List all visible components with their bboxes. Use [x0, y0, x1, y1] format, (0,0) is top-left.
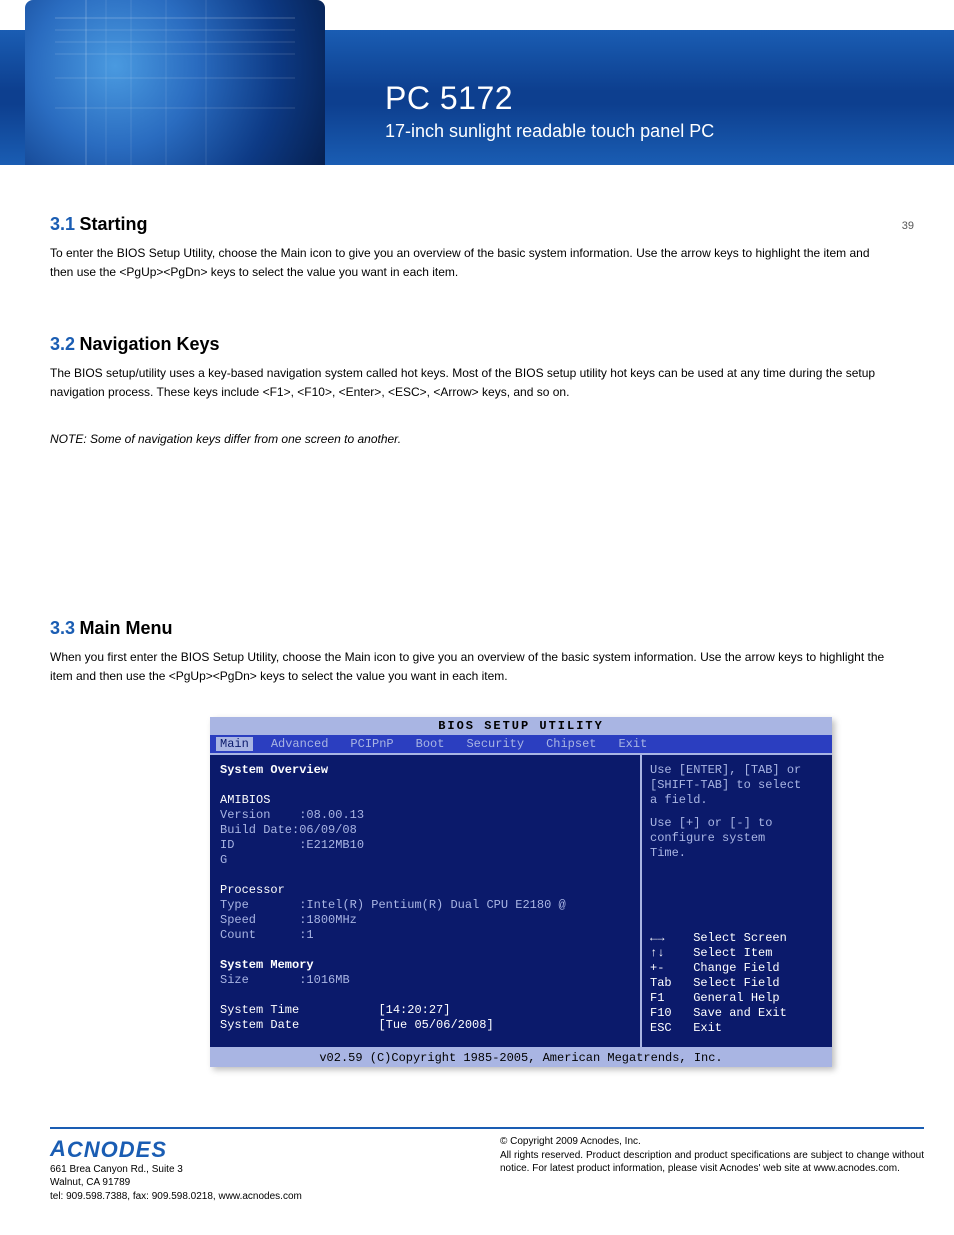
section-32-note: NOTE: Some of navigation keys differ fro…	[50, 432, 894, 446]
bios-builddate-row: Build Date:06/09/08	[220, 823, 630, 838]
bios-right-panel: Use [ENTER], [TAB] or [SHIFT-TAB] to sel…	[642, 755, 832, 1047]
product-model: PC 5172	[385, 80, 714, 117]
bios-builddate-label: Build Date	[220, 823, 292, 837]
bios-system-date-label: System Date	[220, 1018, 299, 1032]
product-subtitle: 17-inch sunlight readable touch panel PC	[385, 121, 714, 142]
section-33-title: Main Menu	[79, 618, 172, 638]
bios-menu-advanced[interactable]: Advanced	[267, 737, 333, 751]
header-title-block: PC 5172 17-inch sunlight readable touch …	[385, 80, 714, 142]
bios-cpu-speed-value: :1800MHz	[299, 913, 357, 927]
bios-cpu-type-row: Type :Intel(R) Pentium(R) Dual CPU E2180…	[220, 898, 630, 913]
bios-left-panel: System Overview AMIBIOS Version :08.00.1…	[210, 755, 642, 1047]
bios-key-save-exit: F10 Save and Exit	[650, 1006, 824, 1021]
bios-key-change-field: +- Change Field	[650, 961, 824, 976]
bios-mem-size-row: Size :1016MB	[220, 973, 630, 988]
bios-menu-security[interactable]: Security	[462, 737, 528, 751]
footer-rule	[50, 1127, 924, 1129]
bios-help-line2: [SHIFT-TAB] to select	[650, 778, 824, 793]
footer-left: AACNODESCNODES 661 Brea Canyon Rd., Suit…	[50, 1135, 500, 1203]
header-motherboard-image	[25, 0, 325, 165]
bios-cpu-type-label: Type	[220, 898, 249, 912]
bios-help-line1: Use [ENTER], [TAB] or	[650, 763, 824, 778]
bios-nav-keys: ←→ Select Screen ↑↓ Select Item +- Chang…	[650, 931, 824, 1036]
bios-processor-label: Processor	[220, 883, 630, 898]
footer-addr2: Walnut, CA 91789	[50, 1176, 500, 1190]
section-32-title: Navigation Keys	[79, 334, 219, 354]
bios-system-time-row[interactable]: System Time [14:20:27]	[220, 1003, 630, 1018]
bios-body: System Overview AMIBIOS Version :08.00.1…	[210, 753, 832, 1049]
bios-cpu-count-label: Count	[220, 928, 256, 942]
bios-help-line3: a field.	[650, 793, 824, 808]
bios-help-line5: configure system	[650, 831, 824, 846]
bios-system-date-row[interactable]: System Date [Tue 05/06/2008]	[220, 1018, 630, 1033]
bios-amibios-label: AMIBIOS	[220, 793, 630, 808]
bios-cpu-speed-label: Speed	[220, 913, 256, 927]
bios-menu-main[interactable]: Main	[216, 737, 253, 751]
section-33-heading: 3.3 Main Menu	[50, 618, 172, 639]
section-32-body: The BIOS setup/utility uses a key-based …	[50, 364, 894, 401]
page-footer: AACNODESCNODES 661 Brea Canyon Rd., Suit…	[50, 1127, 924, 1203]
bios-system-time-label: System Time	[220, 1003, 299, 1017]
footer-right: © Copyright 2009 Acnodes, Inc. All right…	[500, 1135, 924, 1203]
bios-menu-pcipnp[interactable]: PCIPnP	[346, 737, 397, 751]
bios-id-value: :E212MB10	[299, 838, 364, 852]
bios-menu-chipset[interactable]: Chipset	[542, 737, 600, 751]
bios-id-label: ID	[220, 838, 234, 852]
bios-mem-size-label: Size	[220, 973, 249, 987]
bios-version-row: Version :08.00.13	[220, 808, 630, 823]
bios-memory-label: System Memory	[220, 958, 630, 973]
bios-help-line6: Time.	[650, 846, 824, 861]
bios-menu-boot[interactable]: Boot	[412, 737, 449, 751]
bios-cpu-count-row: Count :1	[220, 928, 630, 943]
bios-menu-exit[interactable]: Exit	[614, 737, 651, 751]
page-number: 39	[902, 220, 914, 232]
bios-footer: v02.59 (C)Copyright 1985-2005, American …	[210, 1049, 832, 1067]
bios-cpu-type-value: :Intel(R) Pentium(R) Dual CPU E2180 @	[299, 898, 565, 912]
bios-screenshot: BIOS SETUP UTILITY Main Advanced PCIPnP …	[210, 717, 832, 1067]
bios-g-row: G	[220, 853, 630, 868]
bios-key-general-help: F1 General Help	[650, 991, 824, 1006]
bios-key-select-field: Tab Select Field	[650, 976, 824, 991]
footer-copyright: © Copyright 2009 Acnodes, Inc.	[500, 1135, 924, 1149]
footer-addr1: 661 Brea Canyon Rd., Suite 3	[50, 1163, 500, 1177]
bios-system-date-value[interactable]: [Tue 05/06/2008]	[378, 1018, 493, 1032]
section-31-heading: 3.1 Starting	[50, 214, 148, 235]
section-32-number: 3.2	[50, 334, 75, 354]
bios-cpu-speed-row: Speed :1800MHz	[220, 913, 630, 928]
bios-mem-size-value: :1016MB	[299, 973, 349, 987]
bios-menu-bar: Main Advanced PCIPnP Boot Security Chips…	[210, 735, 832, 753]
footer-disclaimer: All rights reserved. Product description…	[500, 1149, 924, 1176]
bios-help-line4: Use [+] or [-] to	[650, 816, 824, 831]
bios-system-overview: System Overview	[220, 763, 630, 778]
section-33-body: When you first enter the BIOS Setup Util…	[50, 648, 894, 685]
bios-version-label: Version	[220, 808, 270, 822]
acnodes-logo: AACNODESCNODES	[50, 1135, 500, 1165]
bios-id-row: ID :E212MB10	[220, 838, 630, 853]
bios-system-time-value[interactable]: [14:20:27]	[378, 1003, 450, 1017]
section-31-number: 3.1	[50, 214, 75, 234]
bios-key-exit: ESC Exit	[650, 1021, 824, 1036]
section-33-number: 3.3	[50, 618, 75, 638]
footer-addr3: tel: 909.598.7388, fax: 909.598.0218, ww…	[50, 1190, 500, 1204]
section-32-heading: 3.2 Navigation Keys	[50, 334, 220, 355]
bios-key-select-item: ↑↓ Select Item	[650, 946, 824, 961]
bios-builddate-value: :06/09/08	[292, 823, 357, 837]
page-header: PC 5172 17-inch sunlight readable touch …	[0, 0, 954, 165]
bios-title: BIOS SETUP UTILITY	[210, 717, 832, 735]
section-31-body: To enter the BIOS Setup Utility, choose …	[50, 244, 894, 281]
section-31-title: Starting	[79, 214, 147, 234]
bios-cpu-count-value: :1	[299, 928, 313, 942]
bios-version-value: :08.00.13	[299, 808, 364, 822]
bios-key-select-screen: ←→ Select Screen	[650, 931, 824, 946]
